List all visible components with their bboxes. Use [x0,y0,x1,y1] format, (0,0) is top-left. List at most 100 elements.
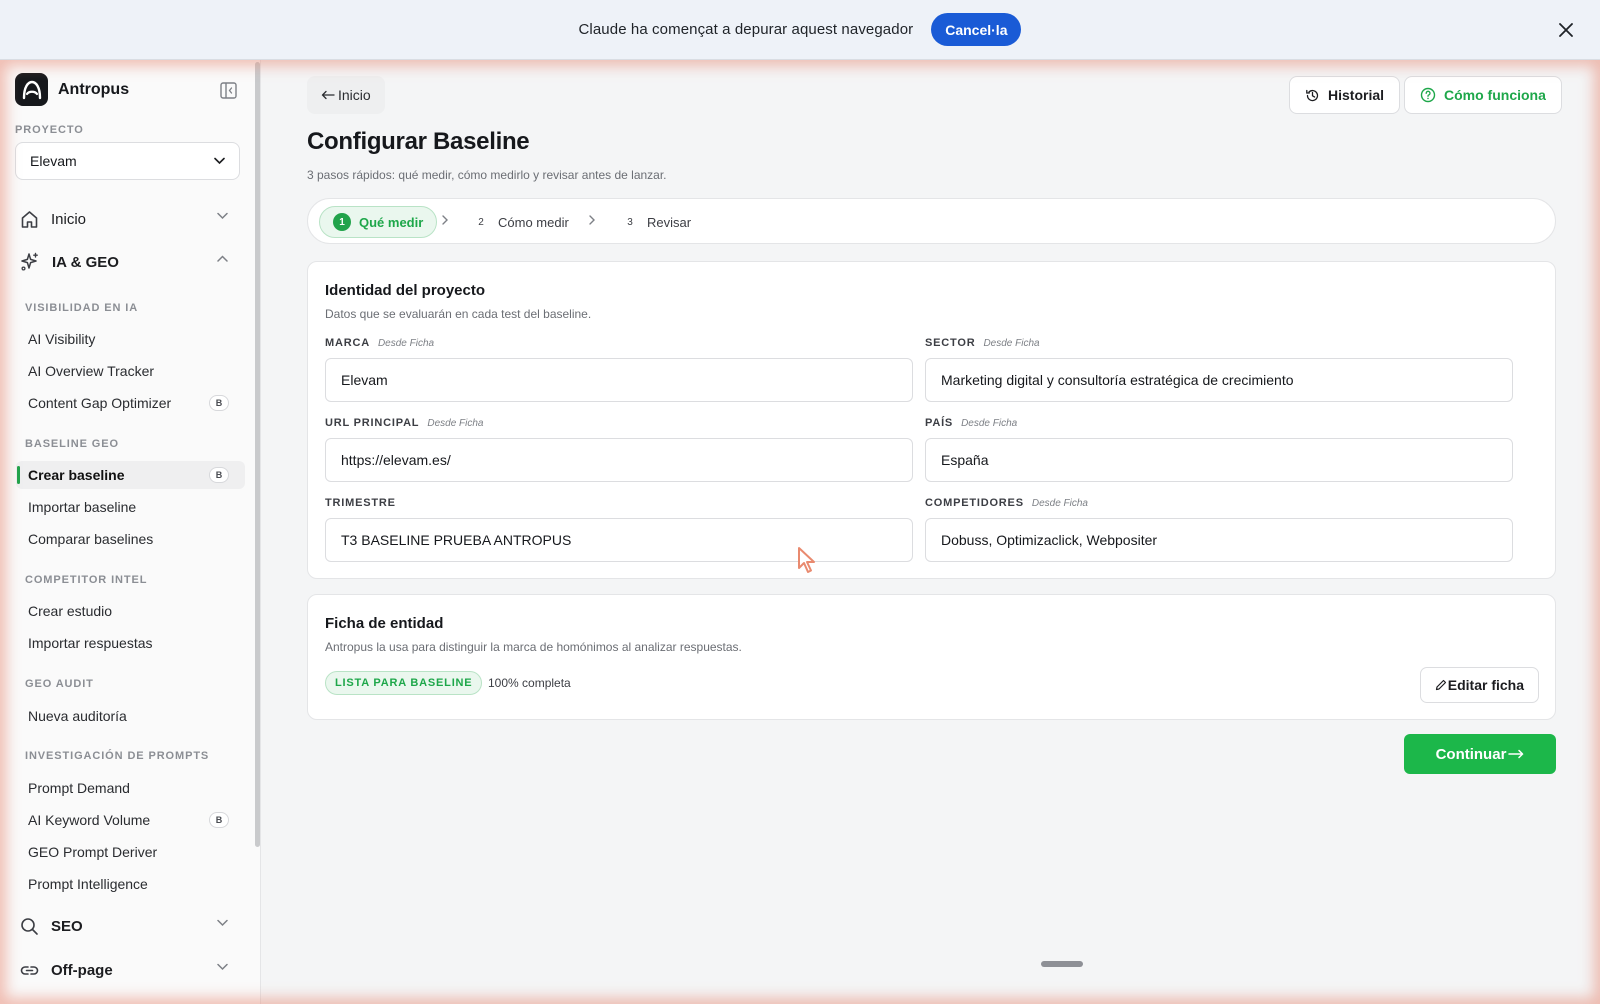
sidebar-item-content-gap-optimizer[interactable]: Content Gap Optimizer B [16,389,245,417]
mouse-cursor-icon [798,547,815,573]
sidebar-item-label: Crear baseline [28,467,125,483]
historial-label: Historial [1328,87,1385,103]
completeness-text: 100% completa [488,676,571,690]
brand[interactable]: Antropus [15,73,129,106]
source-tag: Desde Ficha [1031,498,1088,509]
pais-input[interactable] [925,438,1513,482]
label-text: URL PRINCIPAL [325,417,420,429]
project-label: PROYECTO [15,124,84,136]
nav-group-label: Inicio [51,210,87,228]
sidebar-item-label: Comparar baselines [28,531,154,547]
chevron-right-icon [589,215,595,225]
sidebar-item-crear-baseline[interactable]: Crear baseline B [16,461,245,489]
chevron-up-icon [217,255,228,262]
historial-button[interactable]: Historial [1289,76,1401,114]
back-button[interactable]: Inicio [307,76,385,114]
step-label: Qué medir [359,214,424,230]
page-title: Configurar Baseline [307,128,530,155]
drag-handle[interactable] [1041,961,1083,967]
beta-badge: B [209,812,229,828]
nav-group-ia-geo[interactable]: IA & GEO [20,247,240,277]
step-que-medir[interactable]: 1 Qué medir [319,206,438,238]
sidebar-item-label: GEO Prompt Deriver [28,844,158,860]
brand-name: Antropus [58,80,130,98]
sidebar-item-comparar-baselines[interactable]: Comparar baselines [16,525,245,553]
url-input[interactable] [325,438,913,482]
project-select-value: Elevam [30,153,77,169]
source-tag: Desde Ficha [961,418,1018,429]
app-viewport: Antropus PROYECTO Elevam Inicio IA & GEO… [0,60,1600,1004]
sidebar-collapse-icon[interactable] [218,80,238,100]
sidebar-item-label: Crear estudio [28,603,113,619]
sidebar-item-crear-estudio[interactable]: Crear estudio [16,597,245,625]
sidebar-item-label: Importar baseline [28,499,137,515]
step-number: 3 [627,216,633,228]
step-revisar[interactable]: 3 Revisar [621,206,691,238]
label-text: SECTOR [925,337,976,349]
sidebar: Antropus PROYECTO Elevam Inicio IA & GEO… [0,60,261,1004]
label-text: TRIMESTRE [325,497,396,509]
beta-badge: B [209,467,229,483]
competidores-input[interactable] [925,518,1513,562]
nav-group-inicio[interactable]: Inicio [20,204,240,234]
project-select[interactable]: Elevam [15,142,240,180]
chevron-down-icon [217,212,228,220]
sidebar-item-ai-overview-tracker[interactable]: AI Overview Tracker [16,357,245,385]
main-content: Inicio Historial Cómo funciona Configura… [262,60,1600,1004]
label-text: PAÍS [925,417,954,429]
continue-label: Continuar [1435,745,1507,763]
page-subtitle: 3 pasos rápidos: qué medir, cómo medirlo… [307,168,667,182]
card-subtitle: Antropus la usa para distinguir la marca… [325,640,742,654]
sidebar-item-importar-respuestas[interactable]: Importar respuestas [16,629,245,657]
nav-group-label: IA & GEO [52,253,119,271]
sidebar-item-ai-visibility[interactable]: AI Visibility [16,325,245,353]
como-funciona-label: Cómo funciona [1444,87,1546,103]
history-icon [1306,89,1319,101]
step-label: Cómo medir [498,214,569,230]
home-icon [21,210,38,228]
step-number: 2 [478,216,484,228]
sparkles-icon [21,252,38,271]
sidebar-item-label: AI Keyword Volume [28,812,151,828]
chevron-down-icon [217,919,228,927]
step-como-medir[interactable]: 2 Cómo medir [472,206,569,238]
sidebar-scrollbar[interactable] [255,62,260,847]
nav-group-offpage[interactable]: Off-page [20,955,240,985]
section-competitor: COMPETITOR INTEL [25,574,148,586]
chevron-down-icon [217,963,228,971]
field-label-trimestre: TRIMESTRE [325,497,396,509]
editar-ficha-button[interactable]: Editar ficha [1419,667,1539,703]
sidebar-item-importar-baseline[interactable]: Importar baseline [16,493,245,521]
sidebar-item-prompt-intelligence[interactable]: Prompt Intelligence [16,870,245,898]
debug-message: Claude ha començat a depurar aquest nave… [578,21,914,38]
source-tag: Desde Ficha [983,338,1040,349]
nav-group-label: SEO [51,917,83,935]
field-label-sector: SECTOR Desde Ficha [925,337,1040,349]
arrow-right-icon [1508,749,1524,759]
marca-input[interactable] [325,358,913,402]
sidebar-item-geo-prompt-deriver[interactable]: GEO Prompt Deriver [16,838,245,866]
como-funciona-button[interactable]: Cómo funciona [1404,76,1562,114]
sidebar-item-ai-keyword-volume[interactable]: AI Keyword Volume B [16,806,245,834]
nav-group-seo[interactable]: SEO [20,911,240,941]
sidebar-item-label: Importar respuestas [28,635,153,651]
field-label-marca: MARCA Desde Ficha [325,337,434,349]
card-title: Ficha de entidad [325,615,444,632]
sidebar-item-prompt-demand[interactable]: Prompt Demand [16,774,245,802]
section-visibilidad: VISIBILIDAD EN IA [25,302,139,314]
card-title: Identidad del proyecto [325,282,486,299]
search-icon [21,917,38,935]
cancel-debug-button[interactable]: Cancel·la [931,13,1022,46]
step-label: Revisar [647,214,692,230]
sidebar-item-nueva-auditoria[interactable]: Nueva auditoría [16,702,245,730]
sidebar-item-label: Nueva auditoría [28,708,127,724]
debug-banner: Claude ha començat a depurar aquest nave… [0,0,1600,60]
section-audit: GEO AUDIT [25,678,94,690]
sidebar-item-label: AI Visibility [28,331,96,347]
edit-label: Editar ficha [1447,677,1524,693]
sector-input[interactable] [925,358,1513,402]
status-badge: LISTA PARA BASELINE [325,671,483,695]
close-icon[interactable] [1554,18,1578,42]
trimestre-input[interactable] [325,518,913,562]
continue-button[interactable]: Continuar [1404,734,1556,774]
